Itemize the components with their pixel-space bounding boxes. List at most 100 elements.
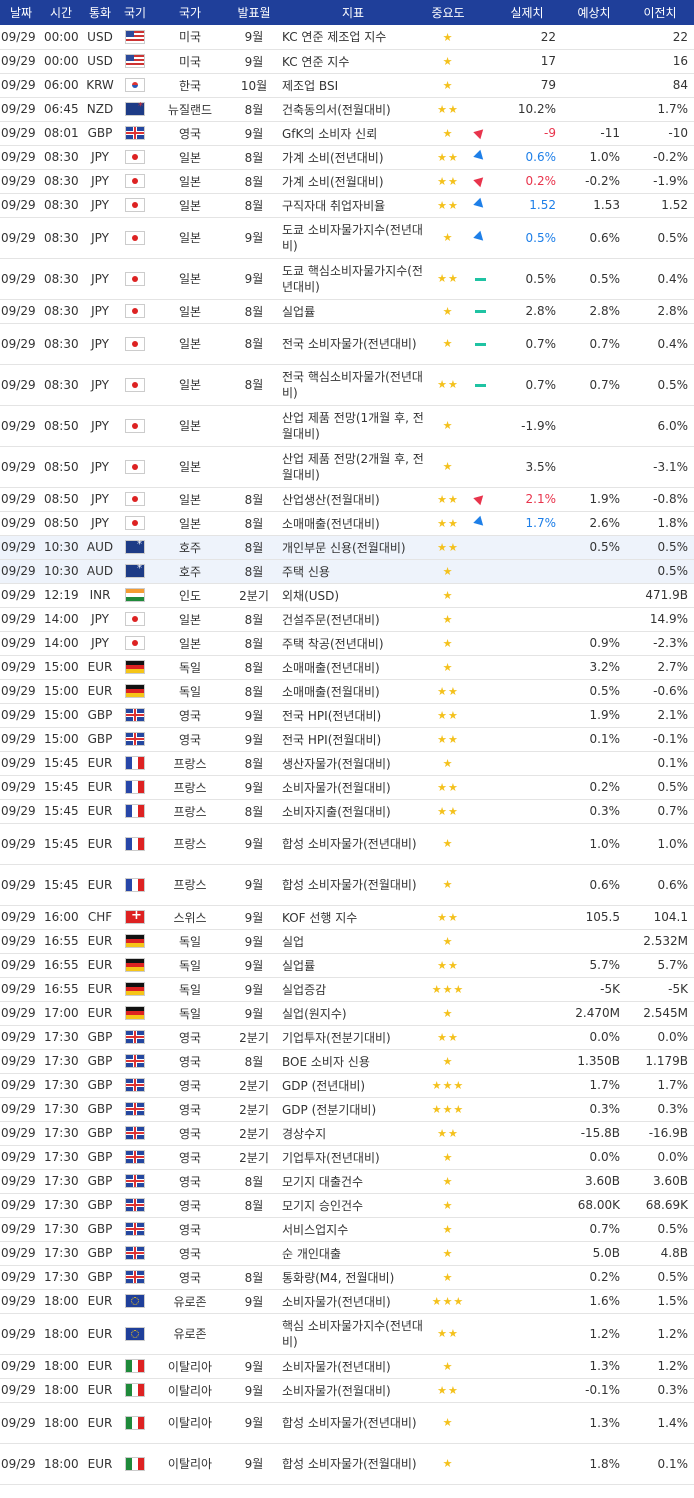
table-row[interactable]: 09/29 16:55 EUR 독일 9월 실업증감 ★★★ -5K -5K <box>0 977 694 1002</box>
indicator-cell[interactable]: 기업투자(전년대비) <box>278 1145 428 1170</box>
indicator-cell[interactable]: 소비자물가(전월대비) <box>278 775 428 800</box>
indicator-cell[interactable]: 실업률 <box>278 299 428 324</box>
col-indicator[interactable]: 지표 <box>278 0 428 25</box>
table-row[interactable]: 09/29 15:45 EUR 프랑스 9월 합성 소비자물가(전년대비) ★ 1.0% 1.0… <box>0 823 694 865</box>
indicator-cell[interactable]: 합성 소비자물가(전년대비) <box>278 1402 428 1444</box>
indicator-cell[interactable]: 도쿄 핵심소비자물가지수(전년대비) <box>278 258 428 300</box>
table-row[interactable]: 09/29 15:00 EUR 독일 8월 소매매출(전년대비) ★ 3.2% 2.7% <box>0 655 694 680</box>
indicator-cell[interactable]: 소매매출(전년대비) <box>278 511 428 536</box>
table-row[interactable]: 09/29 16:55 EUR 독일 9월 실업률 ★★ 5.7% 5.7% <box>0 953 694 978</box>
indicator-cell[interactable]: 순 개인대출 <box>278 1241 428 1266</box>
indicator-cell[interactable]: 핵심 소비자물가지수(전년대비) <box>278 1313 428 1355</box>
indicator-cell[interactable]: 기업투자(전분기대비) <box>278 1025 428 1050</box>
indicator-cell[interactable]: 가계 소비(전년대비) <box>278 145 428 170</box>
indicator-cell[interactable]: 실업률 <box>278 953 428 978</box>
table-row[interactable]: 09/29 18:00 EUR 유로존 9월 소비자물가(전년대비) ★★★ 1.6% 1.5% <box>0 1289 694 1314</box>
table-row[interactable]: 09/29 14:00 JPY 일본 8월 주택 착공(전년대비) ★ 0.9% -2.3% <box>0 631 694 656</box>
table-row[interactable]: 09/29 08:01 GBP 영국 9월 GfK의 소비자 신뢰 ★ -9 -11 -10 <box>0 121 694 146</box>
indicator-cell[interactable]: 주택 신용 <box>278 559 428 584</box>
indicator-cell[interactable]: KC 연준 제조업 지수 <box>278 25 428 50</box>
indicator-cell[interactable]: 합성 소비자물가(전월대비) <box>278 864 428 906</box>
table-row[interactable]: 09/29 08:50 JPY 일본 산업 제품 전망(1개월 후, 전월대비) ★ -1.… <box>0 405 694 447</box>
indicator-cell[interactable]: 합성 소비자물가(전월대비) <box>278 1443 428 1485</box>
indicator-cell[interactable]: 전국 핵심소비자물가(전년대비) <box>278 364 428 406</box>
indicator-cell[interactable]: 모기지 대출건수 <box>278 1169 428 1194</box>
indicator-cell[interactable]: 건설주문(전년대비) <box>278 607 428 632</box>
table-row[interactable]: 09/29 17:30 GBP 영국 8월 통화량(M4, 전월대비) ★ 0.2% 0.5% <box>0 1265 694 1290</box>
indicator-cell[interactable]: 생산자물가(전월대비) <box>278 751 428 776</box>
table-row[interactable]: 09/29 18:00 EUR 이탈리아 9월 소비자물가(전월대비) ★★ -0.1% 0.3… <box>0 1378 694 1403</box>
table-row[interactable]: 09/29 17:30 GBP 영국 2분기 GDP (전년대비) ★★★ 1.7% 1.7% <box>0 1073 694 1098</box>
table-row[interactable]: 09/29 08:50 JPY 일본 8월 소매매출(전년대비) ★★ 1.7% 2.6% 1.8… <box>0 511 694 536</box>
col-forecast[interactable]: 예상치 <box>562 0 626 25</box>
indicator-cell[interactable]: 소비자물가(전년대비) <box>278 1289 428 1314</box>
table-row[interactable]: 09/2906:45NZD 뉴질랜드8월건축동의서(전월대비) ★★ 10.2% 1.7… <box>0 97 694 122</box>
table-row[interactable]: 09/29 17:30 GBP 영국 8월 BOE 소비자 신용 ★ 1.350B 1.179B <box>0 1049 694 1074</box>
table-row[interactable]: 09/29 15:00 GBP 영국 9월 전국 HPI(전월대비) ★★ 0.1% -0.1% <box>0 727 694 752</box>
col-date[interactable]: 날짜 <box>0 0 42 25</box>
table-row[interactable]: 09/29 18:00 EUR 이탈리아 9월 합성 소비자물가(전월대비) ★ 1.8% 0.… <box>0 1443 694 1485</box>
table-row[interactable]: 09/29 08:30 JPY 일본 8월 구직자대 취업자비율 ★★ 1.52 1.53 1.5… <box>0 193 694 218</box>
table-row[interactable]: 09/29 18:00 EUR 유로존 핵심 소비자물가지수(전년대비) ★★ 1.2% 1.… <box>0 1313 694 1355</box>
table-row[interactable]: 09/29 15:45 EUR 프랑스 9월 합성 소비자물가(전월대비) ★ 0.6% 0.6… <box>0 864 694 906</box>
indicator-cell[interactable]: 산업생산(전월대비) <box>278 487 428 512</box>
table-row[interactable]: 09/29 08:30 JPY 일본 9월 도쿄 핵심소비자물가지수(전년대비) ★★ 0.5… <box>0 258 694 300</box>
col-period[interactable]: 발표월 <box>230 0 278 25</box>
indicator-cell[interactable]: 합성 소비자물가(전년대비) <box>278 823 428 865</box>
table-row[interactable]: 09/29 08:30 JPY 일본 8월 전국 소비자물가(전년대비) ★ 0.7% 0.7%… <box>0 323 694 365</box>
indicator-cell[interactable]: 건축동의서(전월대비) <box>278 97 428 122</box>
table-row[interactable]: 09/29 17:30 GBP 영국 서비스업지수 ★ 0.7% 0.5% <box>0 1217 694 1242</box>
indicator-cell[interactable]: 가계 소비(전월대비) <box>278 169 428 194</box>
indicator-cell[interactable]: 모기지 승인건수 <box>278 1193 428 1218</box>
table-row[interactable]: 09/29 15:45 EUR 프랑스 8월 소비자지출(전월대비) ★★ 0.3% 0.7% <box>0 799 694 824</box>
table-row[interactable]: 09/29 15:00 EUR 독일 8월 소매매출(전월대비) ★★ 0.5% -0.6% <box>0 679 694 704</box>
table-row[interactable]: 09/29 08:30 JPY 일본 8월 실업률 ★ 2.8% 2.8% 2.8% <box>0 299 694 324</box>
indicator-cell[interactable]: 제조업 BSI <box>278 73 428 98</box>
table-row[interactable]: 09/29 08:30 JPY 일본 9월 도쿄 소비자물가지수(전년대비) ★ 0.5% 0.… <box>0 217 694 259</box>
table-row[interactable]: 09/29 17:30 GBP 영국 2분기 경상수지 ★★ -15.8B -16.9B <box>0 1121 694 1146</box>
indicator-cell[interactable]: 구직자대 취업자비율 <box>278 193 428 218</box>
table-row[interactable]: 09/29 08:50 JPY 일본 산업 제품 전망(2개월 후, 전월대비) ★ 3.5… <box>0 446 694 488</box>
indicator-cell[interactable]: 통화량(M4, 전월대비) <box>278 1265 428 1290</box>
table-row[interactable]: 09/29 17:30 GBP 영국 2분기 기업투자(전분기대비) ★★ 0.0% 0.0% <box>0 1025 694 1050</box>
indicator-cell[interactable]: 소매매출(전년대비) <box>278 655 428 680</box>
indicator-cell[interactable]: 소비자물가(전년대비) <box>278 1354 428 1379</box>
col-previous[interactable]: 이전치 <box>626 0 694 25</box>
col-time[interactable]: 시간 <box>42 0 80 25</box>
col-actual[interactable]: 실제치 <box>492 0 562 25</box>
table-row[interactable]: 09/29 08:30 JPY 일본 8월 가계 소비(전월대비) ★★ 0.2% -0.2% -… <box>0 169 694 194</box>
indicator-cell[interactable]: 소매매출(전월대비) <box>278 679 428 704</box>
table-row[interactable]: 09/29 12:19 INR 인도 2분기 외채(USD) ★ 471.9B <box>0 583 694 608</box>
indicator-cell[interactable]: 소비자물가(전월대비) <box>278 1378 428 1403</box>
table-row[interactable]: 09/29 00:00 USD 미국 9월 KC 연준 지수 ★ 17 16 <box>0 49 694 74</box>
col-flag[interactable]: 국기 <box>120 0 150 25</box>
indicator-cell[interactable]: 전국 HPI(전월대비) <box>278 727 428 752</box>
indicator-cell[interactable]: 실업 <box>278 929 428 954</box>
table-row[interactable]: 09/29 17:30 GBP 영국 순 개인대출 ★ 5.0B 4.8B <box>0 1241 694 1266</box>
table-row[interactable]: 09/29 18:00 EUR 이탈리아 9월 소비자물가(전년대비) ★ 1.3% 1.2% <box>0 1354 694 1379</box>
table-row[interactable]: 09/2910:30AUD 호주8월주택 신용 ★ 0.5% <box>0 559 694 584</box>
table-row[interactable]: 09/29 17:30 GBP 영국 8월 모기지 대출건수 ★ 3.60B 3.60B <box>0 1169 694 1194</box>
indicator-cell[interactable]: 전국 HPI(전년대비) <box>278 703 428 728</box>
indicator-cell[interactable]: 산업 제품 전망(2개월 후, 전월대비) <box>278 446 428 488</box>
table-row[interactable]: 09/29 15:00 GBP 영국 9월 전국 HPI(전년대비) ★★ 1.9% 2.1% <box>0 703 694 728</box>
table-row[interactable]: 09/29 17:30 GBP 영국 8월 모기지 승인건수 ★ 68.00K 68.69K <box>0 1193 694 1218</box>
indicator-cell[interactable]: 전국 소비자물가(전년대비) <box>278 323 428 365</box>
col-country[interactable]: 국가 <box>150 0 230 25</box>
table-row[interactable]: 09/29 18:00 EUR 이탈리아 9월 합성 소비자물가(전년대비) ★ 1.3% 1.… <box>0 1402 694 1444</box>
indicator-cell[interactable]: BOE 소비자 신용 <box>278 1049 428 1074</box>
table-row[interactable]: 09/29 08:30 JPY 일본 8월 전국 핵심소비자물가(전년대비) ★★ 0.7% 0… <box>0 364 694 406</box>
table-row[interactable]: 09/2916:00CHF 스위스9월KOF 선행 지수 ★★ 105.5104.1 <box>0 905 694 930</box>
indicator-cell[interactable]: 서비스업지수 <box>278 1217 428 1242</box>
indicator-cell[interactable]: 산업 제품 전망(1개월 후, 전월대비) <box>278 405 428 447</box>
table-row[interactable]: 09/29 06:00 KRW 한국 10월 제조업 BSI ★ 79 84 <box>0 73 694 98</box>
table-row[interactable]: 09/29 17:30 GBP 영국 2분기 GDP (전분기대비) ★★★ 0.3% 0.3% <box>0 1097 694 1122</box>
col-currency[interactable]: 통화 <box>80 0 120 25</box>
table-row[interactable]: 09/2910:30AUD 호주8월개인부문 신용(전월대비) ★★ 0.5%0.5% <box>0 535 694 560</box>
table-row[interactable]: 09/29 08:50 JPY 일본 8월 산업생산(전월대비) ★★ 2.1% 1.9% -0.… <box>0 487 694 512</box>
table-row[interactable]: 09/29 17:00 EUR 독일 9월 실업(원지수) ★ 2.470M 2.545M <box>0 1001 694 1026</box>
indicator-cell[interactable]: GDP (전분기대비) <box>278 1097 428 1122</box>
table-row[interactable]: 09/29 08:30 JPY 일본 8월 가계 소비(전년대비) ★★ 0.6% 1.0% -0… <box>0 145 694 170</box>
table-row[interactable]: 09/29 00:00 USD 미국 9월 KC 연준 제조업 지수 ★ 22 22 <box>0 25 694 50</box>
table-row[interactable]: 09/29 15:45 EUR 프랑스 9월 소비자물가(전월대비) ★★ 0.2% 0.5% <box>0 775 694 800</box>
